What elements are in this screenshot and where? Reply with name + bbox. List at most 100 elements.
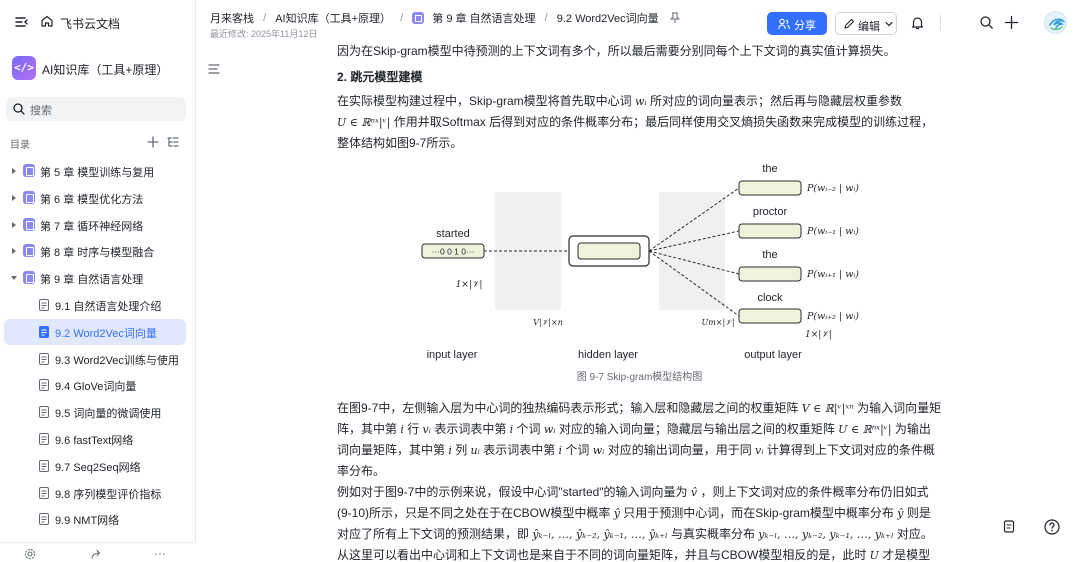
brand-title[interactable]: 飞书云文档	[60, 15, 120, 32]
sidebar: 飞书云文档 </> AI知识库（工具+原理） 搜索 目录 第 5 章 模型训练与…	[0, 0, 196, 562]
chevron-down-icon	[885, 21, 893, 27]
toc-label: 目录	[10, 140, 30, 151]
text: 例如对于图9-7中的示例来说，假设中心词"started"的输入词向量为	[337, 485, 691, 499]
toc-item-label: 9.5 词向量的微调使用	[55, 408, 162, 421]
toc-doc-item[interactable]: 9.5 词向量的微调使用	[4, 399, 186, 425]
knowledge-base-logo: </>	[12, 56, 36, 80]
output-box	[738, 223, 802, 239]
help-icon[interactable]	[1042, 517, 1062, 537]
collapse-sidebar-icon[interactable]	[14, 14, 30, 30]
document-icon	[39, 513, 49, 526]
input-vector: ···0 0 1 0···	[432, 247, 475, 257]
outline-icon[interactable]	[207, 62, 221, 76]
output-node-0: the P(wᵢ₋₂ | wᵢ)	[738, 163, 859, 196]
toc-item-label: 第 8 章 时序与模型融合	[40, 247, 155, 260]
doc-content: 因为在Skip-gram模型中待预测的上下文词有多个，所以最后需要分别同每个上下…	[337, 44, 947, 562]
output-box	[738, 308, 802, 324]
search-icon	[13, 103, 25, 115]
sidebar-footer: ···	[0, 542, 196, 562]
paragraph-2: 在图9-7中，左侧输入层为中心词的独热编码表示形式；输入层和隐藏层之间的权重矩阵…	[337, 398, 942, 481]
toc-doc-item[interactable]: 9.8 序列模型评价指标	[4, 480, 186, 506]
v-matrix-label: V|𝒱|×n	[533, 318, 563, 327]
toc-item-label: 9.9 NMT网络	[55, 515, 120, 528]
toc-chapter-item[interactable]: 第 7 章 循环神经网络	[4, 212, 186, 238]
toc-item-label: 第 7 章 循环神经网络	[40, 220, 144, 233]
toc-doc-item[interactable]: 9.3 Word2Vec训练与使用	[4, 346, 186, 372]
toc-doc-item[interactable]: 9.7 Seq2Seq网络	[4, 453, 186, 479]
avatar[interactable]	[1044, 11, 1067, 34]
output-prob: P(wᵢ₊₁ | wᵢ)	[806, 269, 859, 280]
output-node-1: proctor P(wᵢ₋₁ | wᵢ)	[738, 206, 859, 239]
settings-icon[interactable]	[24, 548, 36, 560]
toc-chapter-item[interactable]: 第 9 章 自然语言处理	[4, 265, 186, 291]
document-icon	[39, 299, 49, 311]
caret-right-icon[interactable]	[10, 194, 18, 202]
search-placeholder: 搜索	[30, 105, 52, 117]
breadcrumb-item-2[interactable]: 第 9 章 自然语言处理	[432, 10, 535, 26]
document-icon	[39, 433, 49, 445]
text: 对应的输入词向量；隐藏层与输出层之间的权重矩阵	[555, 422, 839, 436]
search-icon[interactable]	[979, 15, 994, 30]
text: 在实际模型构建过程中，Skip-gram模型将首先取中心词	[337, 94, 636, 108]
document-icon	[39, 406, 49, 419]
share-link-icon[interactable]	[90, 548, 102, 560]
document-icon	[39, 379, 49, 392]
output-box	[738, 180, 802, 196]
more-icon[interactable]: ···	[154, 546, 166, 560]
output-node-2: the P(wᵢ₊₁ | wᵢ)	[738, 249, 859, 282]
plus-icon[interactable]	[146, 135, 160, 149]
output-prob: P(wᵢ₋₂ | wᵢ)	[806, 183, 859, 194]
document-icon	[39, 352, 49, 365]
edit-button[interactable]: 编辑	[835, 12, 897, 35]
skip-gram-figure: started ···0 0 1 0··· 1×|𝒱| V|𝒱|×n Um×|𝒱…	[421, 163, 859, 361]
text: 所对应的词向量表示；然后再与隐藏层权重参数	[646, 94, 902, 108]
toc-item-label: 第 6 章 模型优化方法	[40, 193, 144, 206]
breadcrumb-item-3[interactable]: 9.2 Word2Vec词向量	[557, 10, 659, 26]
chapter-icon	[23, 217, 35, 231]
toc-chapter-item[interactable]: 第 8 章 时序与模型融合	[4, 238, 186, 264]
caret-down-icon[interactable]	[10, 274, 18, 282]
toc-item-label: 第 9 章 自然语言处理	[40, 274, 144, 287]
output-dim: 1×|𝒱|	[805, 330, 832, 340]
sidebar-search-input[interactable]: 搜索	[6, 97, 186, 121]
toc-chapter-item[interactable]: 第 6 章 模型优化方法	[4, 185, 186, 211]
copy-icon[interactable]	[999, 517, 1019, 537]
share-button[interactable]: 分享	[767, 12, 827, 35]
lock-icon	[778, 18, 790, 29]
breadcrumb-separator: /	[263, 12, 267, 24]
toc-item-label: 9.6 fastText网络	[55, 435, 134, 447]
toc-doc-item[interactable]: 9.1 自然语言处理介绍	[4, 292, 186, 318]
math: yₖ₋ₗ, …, yₖ₋₂, yₖ₋₁, …, yₖ₊ₗ	[758, 528, 894, 541]
toc-doc-item[interactable]: 9.6 fastText网络	[4, 426, 186, 452]
bell-icon[interactable]	[910, 15, 925, 30]
document-icon	[39, 459, 49, 472]
toc-doc-item[interactable]: 9.9 NMT网络	[4, 506, 186, 532]
input-dim: 1×|𝒱|	[456, 280, 483, 290]
plus-icon[interactable]	[1004, 15, 1019, 30]
text: 在图9-7中，左侧输入层为中心词的独热编码表示形式；输入层和隐藏层之间的权重矩阵	[337, 401, 802, 415]
last-modified: 最近修改: 2025年11月12日	[210, 29, 318, 39]
home-icon[interactable]	[40, 14, 54, 28]
toc-item-label: 9.3 Word2Vec训练与使用	[55, 354, 179, 367]
pin-icon[interactable]	[670, 12, 680, 24]
chapter-icon	[412, 12, 425, 24]
toc-header: 目录	[0, 134, 196, 152]
tree-view-icon[interactable]	[166, 135, 180, 149]
text: 作用并取Softmax 后得到对应的条件概率分布；最后同样使用交叉熵损失函数来完…	[337, 115, 934, 150]
caret-right-icon[interactable]	[10, 167, 18, 175]
output-layer-label: output layer	[744, 349, 802, 361]
caret-right-icon[interactable]	[10, 247, 18, 255]
caret-right-icon[interactable]	[10, 221, 18, 229]
math: uᵢ	[470, 444, 480, 457]
output-node-3: clock P(wᵢ₊₂ | wᵢ)	[738, 292, 859, 324]
toc-doc-item[interactable]: 9.4 GloVe词向量	[4, 372, 186, 398]
breadcrumb-item-1[interactable]: AI知识库（工具+原理）	[275, 10, 391, 26]
output-word: the	[762, 163, 777, 175]
toc-item-label: 9.4 GloVe词向量	[55, 381, 137, 394]
toc-chapter-item[interactable]: 第 5 章 模型训练与复用	[4, 158, 186, 184]
output-word: the	[762, 249, 777, 261]
knowledge-base-header[interactable]: </> AI知识库（工具+原理）	[10, 56, 186, 80]
toc-doc-item[interactable]: 9.2 Word2Vec词向量	[4, 318, 186, 345]
hidden-layer-box	[577, 242, 641, 260]
breadcrumb-item-0[interactable]: 月来客栈	[210, 10, 254, 26]
